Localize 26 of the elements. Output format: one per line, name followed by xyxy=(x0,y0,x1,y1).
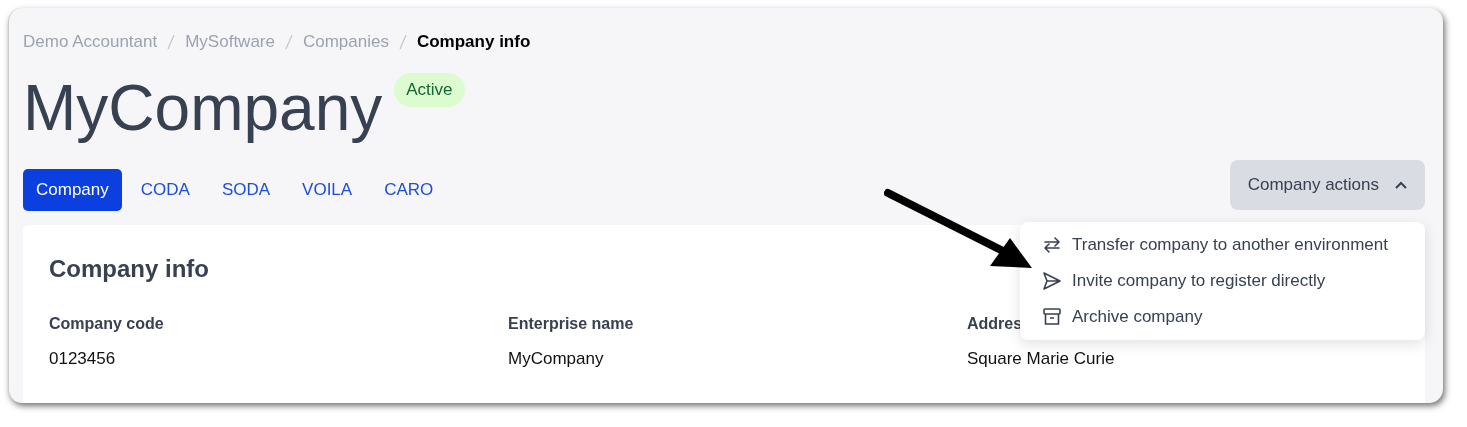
tab[interactable]: CARO xyxy=(371,169,447,211)
slash-separator-icon xyxy=(284,34,293,50)
slash-separator-icon xyxy=(398,34,407,50)
tab[interactable]: Company xyxy=(23,169,122,211)
page-title: MyCompany xyxy=(23,71,383,145)
tab[interactable]: VOILA xyxy=(289,169,366,211)
menu-item[interactable]: Archive company xyxy=(1020,299,1425,335)
slash-separator-icon xyxy=(167,34,176,50)
field-label: Enterprise name xyxy=(508,315,634,333)
field-value: Square Marie Curie xyxy=(967,349,1115,369)
tab[interactable]: CODA xyxy=(127,169,203,211)
tab[interactable]: SODA xyxy=(208,169,284,211)
field-value: MyCompany xyxy=(508,349,604,369)
company-actions-button[interactable]: Company actions xyxy=(1229,160,1425,210)
menu-item[interactable]: Invite company to register directly xyxy=(1020,263,1425,299)
field-value: 0123456 xyxy=(49,349,116,369)
archive-box-icon xyxy=(1042,307,1062,327)
field-label: Company code xyxy=(49,315,164,333)
status-badge: Active xyxy=(394,73,465,107)
transfer-arrows-icon xyxy=(1042,235,1062,255)
card-title: Company info xyxy=(49,255,209,283)
breadcrumb-current: Company info xyxy=(416,32,531,52)
paper-plane-icon xyxy=(1042,271,1062,291)
chevron-up-icon xyxy=(1395,181,1407,189)
menu-item[interactable]: Transfer company to another environment xyxy=(1020,227,1425,263)
field-label: Addres xyxy=(967,315,1023,333)
